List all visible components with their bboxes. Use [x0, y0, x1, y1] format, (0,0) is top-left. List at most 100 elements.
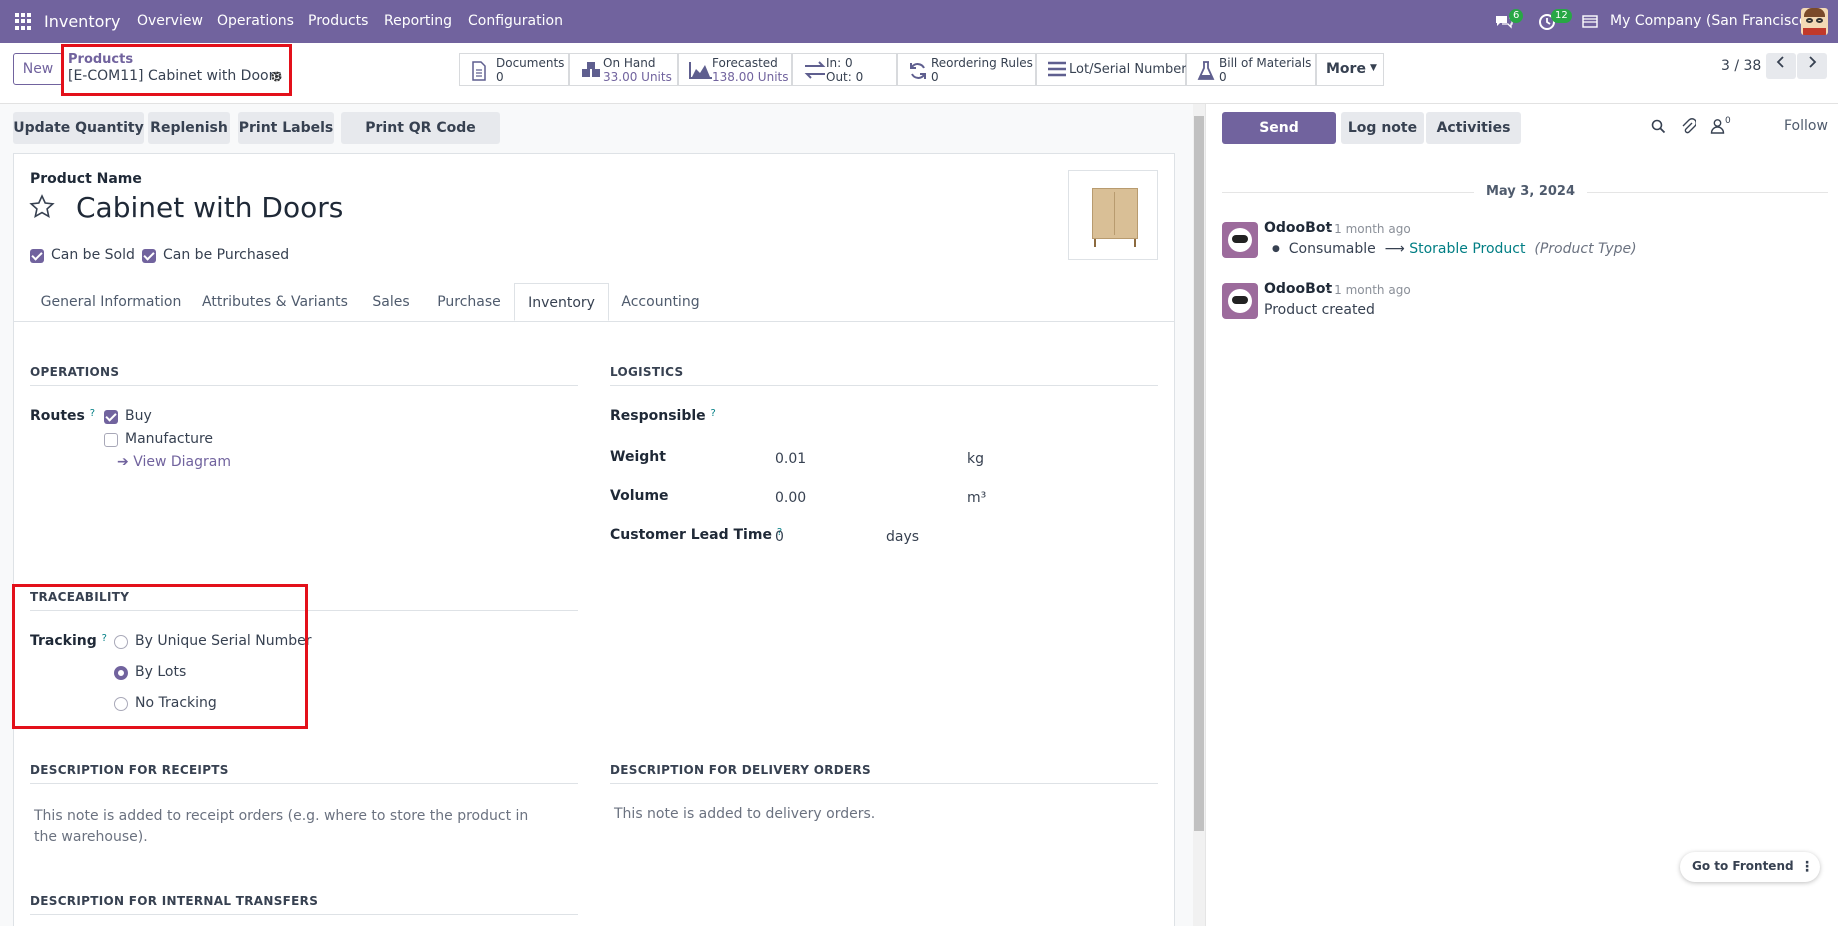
tracking-label: Tracking ?: [30, 633, 107, 649]
routes-label: Routes ?: [30, 408, 96, 424]
field-name: (Product Type): [1534, 241, 1637, 257]
replenish-button[interactable]: Replenish: [148, 112, 230, 144]
breadcrumb-products[interactable]: Products: [68, 52, 133, 67]
form-scrollbar[interactable]: [1193, 104, 1205, 926]
send-message-button[interactable]: Send message: [1222, 112, 1336, 168]
chevron-left-icon: [1776, 56, 1786, 72]
receipts-description-field[interactable]: This note is added to receipt orders (e.…: [34, 806, 554, 848]
tab-attributes-variants[interactable]: Attributes & Variants: [195, 283, 355, 321]
arrow-right-icon: ➔: [117, 454, 129, 470]
pager-value[interactable]: 3 / 38: [1721, 58, 1761, 74]
product-name[interactable]: Cabinet with Doors: [76, 191, 343, 224]
chevron-right-icon: [1807, 56, 1817, 72]
weight-value[interactable]: 0.01: [775, 451, 806, 467]
scrollbar-thumb[interactable]: [1194, 116, 1204, 831]
odoobot-avatar[interactable]: [1222, 283, 1258, 319]
tracking-change: ● Consumable ⟶ Storable Product (Product…: [1272, 241, 1637, 257]
more-vertical-icon[interactable]: ⋮: [1798, 857, 1816, 877]
gear-icon[interactable]: [270, 70, 283, 83]
cubes-icon: [580, 61, 600, 79]
route-manufacture-checkbox[interactable]: [104, 433, 118, 447]
menu-reporting[interactable]: Reporting: [384, 0, 452, 43]
messages-badge: 6: [1509, 9, 1524, 23]
volume-value[interactable]: 0.00: [775, 490, 806, 506]
message-author[interactable]: OdooBot: [1264, 220, 1332, 236]
in-out-button[interactable]: In: 0 Out: 0: [792, 53, 897, 86]
document-icon: [470, 61, 490, 81]
tab-purchase[interactable]: Purchase: [428, 283, 510, 321]
tracking-serial-label: By Unique Serial Number: [135, 633, 312, 649]
message-time: - 1 month ago: [1326, 283, 1411, 297]
view-diagram-link[interactable]: ➔ View Diagram: [117, 454, 231, 470]
documents-button[interactable]: Documents 0: [459, 53, 569, 86]
old-value: Consumable: [1288, 241, 1376, 257]
on-hand-button[interactable]: On Hand 33.00 Units: [569, 53, 678, 86]
user-icon[interactable]: [1710, 118, 1725, 135]
message-time: - 1 month ago: [1326, 222, 1411, 236]
forecasted-button[interactable]: Forecasted 138.00 Units: [678, 53, 792, 86]
responsible-label: Responsible ?: [610, 408, 716, 424]
pager-next-button[interactable]: [1797, 53, 1827, 79]
can-be-sold-label: Can be Sold: [51, 247, 135, 263]
bom-button[interactable]: Bill of Materials 0: [1186, 53, 1316, 86]
arrow-long-right-icon: ⟶: [1384, 241, 1405, 257]
app-menu-icon[interactable]: [15, 13, 32, 30]
search-icon[interactable]: [1651, 119, 1666, 134]
list-icon: [1047, 61, 1067, 79]
tab-general-information[interactable]: General Information: [31, 283, 191, 321]
app-name[interactable]: Inventory: [44, 0, 120, 43]
route-buy-label: Buy: [125, 408, 152, 424]
tab-inventory[interactable]: Inventory: [514, 283, 609, 321]
weight-label: Weight: [610, 449, 666, 465]
weight-unit: kg: [967, 451, 984, 467]
record-title: [E-COM11] Cabinet with Doors: [68, 68, 282, 84]
menu-overview[interactable]: Overview: [137, 0, 203, 43]
flask-icon: [1197, 61, 1217, 80]
tab-sales[interactable]: Sales: [362, 283, 420, 321]
menu-products[interactable]: Products: [308, 0, 368, 43]
volume-unit: m³: [967, 490, 987, 506]
lead-time-unit: days: [886, 529, 920, 545]
internal-description-header: DESCRIPTION FOR INTERNAL TRANSFERS: [30, 894, 578, 915]
log-note-button[interactable]: Log note: [1341, 112, 1424, 144]
tracking-none-label: No Tracking: [135, 695, 217, 711]
print-labels-button[interactable]: Print Labels: [238, 112, 334, 144]
print-qr-labels-button[interactable]: Print QR Code Labels: [341, 112, 500, 168]
can-be-sold-checkbox[interactable]: [30, 249, 44, 263]
route-buy-checkbox[interactable]: [104, 410, 118, 424]
new-button[interactable]: New: [13, 53, 63, 85]
activities-badge: 12: [1551, 9, 1572, 23]
delivery-description-header: DESCRIPTION FOR DELIVERY ORDERS: [610, 763, 1158, 784]
tracking-serial-radio[interactable]: [114, 635, 128, 649]
update-quantity-button[interactable]: Update Quantity: [13, 112, 144, 144]
company-name[interactable]: My Company (San Francisco): [1610, 0, 1813, 43]
star-icon[interactable]: [29, 194, 55, 220]
pager-previous-button[interactable]: [1766, 53, 1796, 79]
logistics-header: LOGISTICS: [610, 365, 1158, 386]
menu-configuration[interactable]: Configuration: [468, 0, 563, 43]
tab-accounting[interactable]: Accounting: [612, 283, 709, 321]
message-author[interactable]: OdooBot: [1264, 281, 1332, 297]
can-be-purchased-checkbox[interactable]: [142, 249, 156, 263]
delivery-description-field[interactable]: This note is added to delivery orders.: [614, 806, 875, 822]
reordering-rules-button[interactable]: Reordering Rules 0: [897, 53, 1036, 86]
exchange-icon: [803, 61, 826, 79]
lead-time-value[interactable]: 0: [775, 529, 784, 545]
activities-button[interactable]: Activities: [1426, 112, 1521, 144]
chatter-date-separator: May 3, 2024: [1474, 184, 1588, 199]
user-avatar[interactable]: [1801, 8, 1828, 35]
company-switch-icon[interactable]: [1582, 15, 1598, 28]
tracking-lots-radio[interactable]: [114, 666, 128, 680]
lot-serial-button[interactable]: Lot/Serial Numbers: [1036, 53, 1193, 86]
refresh-icon: [908, 61, 928, 79]
more-dropdown[interactable]: More ▼: [1316, 53, 1384, 86]
menu-operations[interactable]: Operations: [217, 0, 294, 43]
paperclip-icon[interactable]: [1681, 118, 1697, 135]
tracking-none-radio[interactable]: [114, 697, 128, 711]
area-chart-icon: [689, 61, 712, 79]
product-image[interactable]: [1068, 170, 1158, 260]
follow-button[interactable]: Follow: [1784, 118, 1828, 134]
message-body: Product created: [1264, 302, 1375, 318]
go-to-frontend-button[interactable]: Go to Frontend: [1692, 859, 1794, 873]
odoobot-avatar[interactable]: [1222, 222, 1258, 258]
